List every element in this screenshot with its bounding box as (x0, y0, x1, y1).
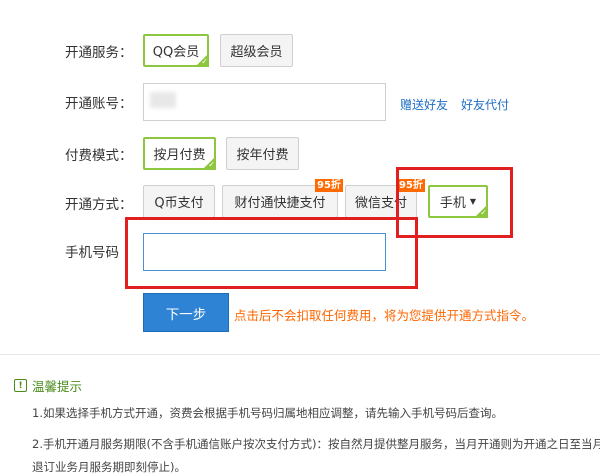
tip-line-1: 1.如果选择手机方式开通，资费会根据手机号码归属地相应调整，请先输入手机号码后查… (32, 406, 503, 420)
option-qq-member-label: QQ会员 (152, 45, 200, 60)
check-icon: ✓ (195, 53, 209, 67)
tip-line-3: 退订业务月服务期即刻停止)。 (32, 460, 186, 474)
option-yearly[interactable]: 按年付费 (226, 137, 299, 170)
tips-title: ! 温馨提示 (14, 376, 82, 395)
discount-badge: 95折 (315, 179, 343, 192)
next-hint: 点击后不会扣取任何费用，将为您提供开通方式指令。 (234, 308, 535, 323)
option-yearly-label: 按年付费 (236, 148, 289, 163)
method-label: 开通方式： (65, 197, 133, 213)
option-monthly-label: 按月付费 (153, 148, 206, 163)
billing-label: 付费模式： (65, 148, 133, 164)
phone-label: 手机号码 (65, 245, 119, 261)
account-input[interactable] (143, 83, 386, 121)
option-super-member-label: 超级会员 (230, 45, 283, 60)
divider (0, 354, 600, 355)
tip-line-2: 2.手机开通月服务期限(不含手机通信账户按次支付方式)：按自然月提供整月服务，当… (32, 437, 600, 451)
option-super-member[interactable]: 超级会员 (220, 34, 293, 67)
exclamation-icon: ! (14, 379, 27, 392)
check-icon: ✓ (202, 156, 216, 170)
option-tenpay-label: 财付通快捷支付 (234, 196, 326, 211)
tips-title-text: 温馨提示 (32, 379, 83, 394)
gift-friend-link[interactable]: 赠送好友 (400, 96, 448, 113)
next-button[interactable]: 下一步 (143, 293, 229, 332)
friend-pay-link[interactable]: 好友代付 (461, 96, 509, 113)
option-monthly[interactable]: 按月付费 ✓ (143, 137, 216, 170)
option-qcoin-pay[interactable]: Q币支付 (143, 185, 215, 218)
service-label: 开通服务： (65, 45, 133, 61)
account-label: 开通账号： (65, 96, 133, 112)
option-qq-member[interactable]: QQ会员 ✓ (143, 34, 209, 67)
masked-account (150, 92, 176, 108)
highlight-box-phone (125, 217, 418, 289)
option-qcoin-pay-label: Q币支付 (154, 196, 204, 211)
